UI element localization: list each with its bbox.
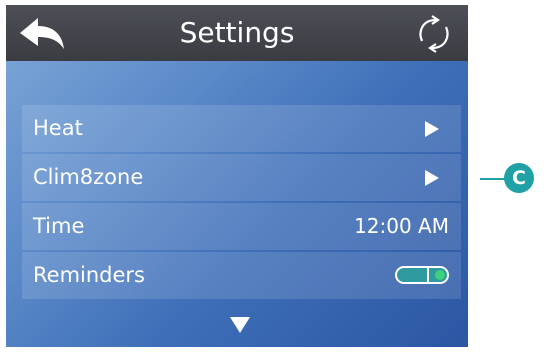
settings-screen: Settings Heat Clim8zone Time 12:00 AM Re… (6, 5, 468, 347)
callout-badge: C (504, 163, 534, 193)
settings-menu: Heat Clim8zone Time 12:00 AM Reminders (22, 105, 461, 301)
menu-item-label: Reminders (33, 263, 145, 287)
toggle-divider (427, 268, 429, 282)
down-arrow-icon[interactable] (230, 317, 250, 333)
refresh-button[interactable] (410, 14, 458, 54)
toggle-knob (435, 270, 445, 280)
time-value: 12:00 AM (354, 214, 449, 238)
menu-item-time[interactable]: Time 12:00 AM (22, 203, 461, 250)
page-title: Settings (179, 16, 295, 49)
refresh-icon (419, 15, 449, 53)
menu-item-label: Heat (33, 116, 83, 140)
menu-item-heat[interactable]: Heat (22, 105, 461, 152)
reminders-toggle[interactable] (395, 266, 449, 284)
callout-line (480, 178, 506, 180)
chevron-right-icon (425, 121, 439, 137)
menu-item-clim8zone[interactable]: Clim8zone (22, 154, 461, 201)
menu-item-label: Clim8zone (33, 165, 144, 189)
chevron-right-icon (425, 170, 439, 186)
menu-item-reminders: Reminders (22, 252, 461, 299)
menu-item-label: Time (33, 214, 85, 238)
header-bar: Settings (6, 5, 468, 61)
